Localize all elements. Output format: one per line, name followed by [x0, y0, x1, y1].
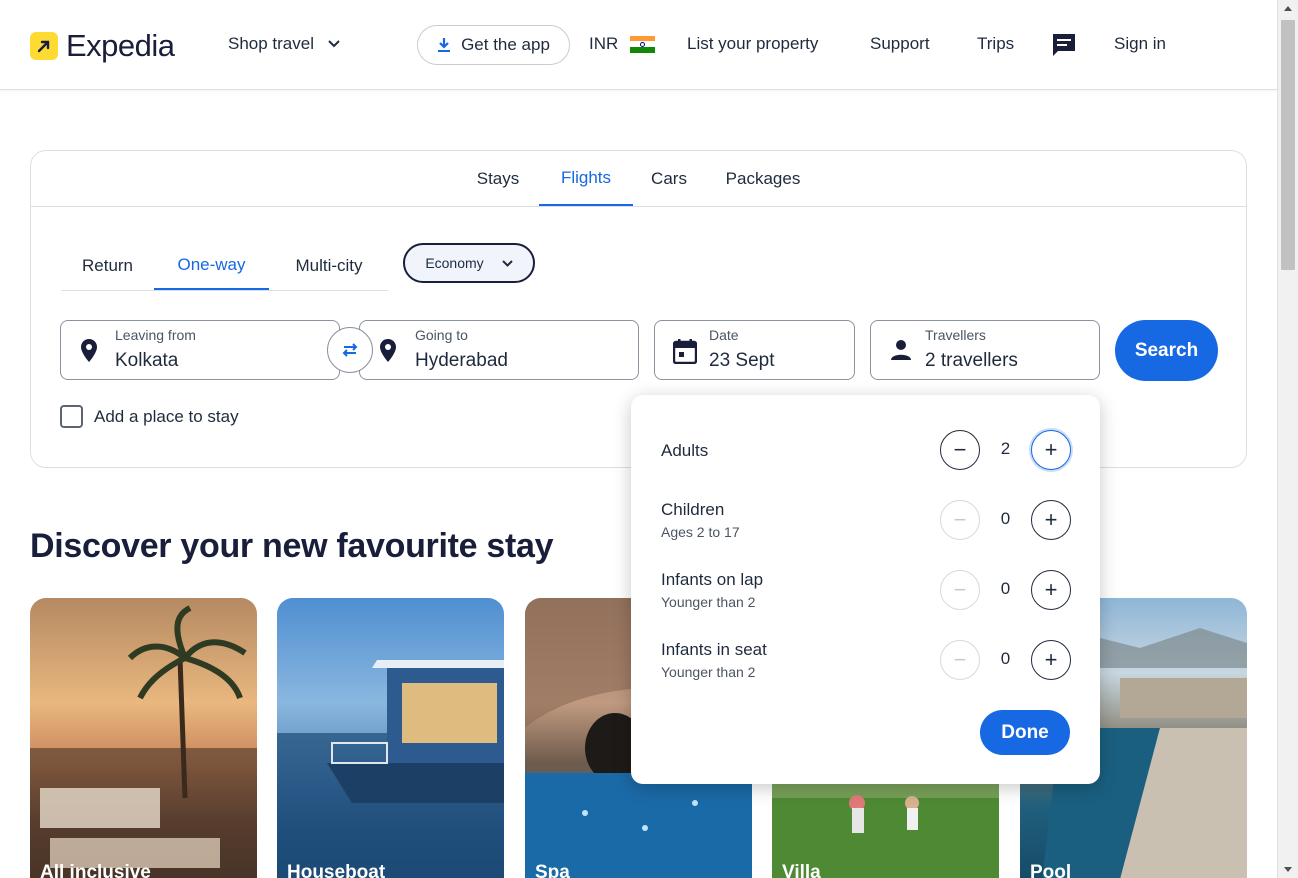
trips-link[interactable]: Trips	[977, 34, 1014, 54]
location-pin-icon	[81, 339, 97, 362]
search-button[interactable]: Search	[1115, 320, 1218, 381]
tab-return[interactable]: Return	[61, 241, 154, 290]
swap-arrows-icon	[342, 343, 358, 357]
get-the-app-button[interactable]: Get the app	[417, 25, 570, 65]
date-field[interactable]: Date 23 Sept	[654, 320, 855, 380]
trip-type-tabs: Return One-way Multi-city	[61, 241, 388, 291]
shop-travel-label: Shop travel	[228, 34, 314, 53]
stay-card-houseboat[interactable]: Houseboat	[277, 598, 504, 878]
travellers-popup: Adults − 2 + Children Ages 2 to 17 − 0 +…	[631, 395, 1100, 784]
sign-in-link[interactable]: Sign in	[1114, 34, 1166, 54]
decrease-infants-lap-button[interactable]: −	[940, 570, 980, 610]
top-header: Expedia Shop travel Get the app INR List…	[0, 0, 1277, 90]
expedia-logo[interactable]: Expedia	[30, 28, 175, 64]
add-place-checkbox[interactable]	[60, 405, 83, 428]
chevron-down-icon	[501, 259, 513, 267]
children-row: Children Ages 2 to 17 − 0 +	[661, 500, 1071, 540]
date-value: 23 Sept	[709, 350, 775, 371]
adults-stepper: − 2 +	[940, 430, 1071, 470]
tab-stays[interactable]: Stays	[461, 151, 535, 206]
travellers-value: 2 travellers	[925, 350, 1018, 371]
infants-lap-stepper: − 0 +	[940, 570, 1071, 610]
resort-palm-image	[30, 605, 257, 878]
person-icon	[891, 340, 911, 360]
decrease-infants-seat-button[interactable]: −	[940, 640, 980, 680]
stay-card-label: Pool	[1030, 862, 1072, 878]
india-flag-icon	[630, 35, 656, 53]
leaving-from-value: Kolkata	[115, 350, 179, 371]
infants-seat-count: 0	[1000, 649, 1011, 668]
children-stepper: − 0 +	[940, 500, 1071, 540]
increase-infants-seat-button[interactable]: +	[1031, 640, 1071, 680]
leaving-from-field[interactable]: Leaving from Kolkata	[60, 320, 340, 380]
scroll-thumb[interactable]	[1281, 20, 1295, 270]
tab-flights[interactable]: Flights	[539, 151, 633, 206]
support-link[interactable]: Support	[870, 34, 930, 54]
infants-seat-row: Infants in seat Younger than 2 − 0 +	[661, 640, 1071, 680]
date-label: Date	[709, 327, 739, 343]
add-place-to-stay-option[interactable]: Add a place to stay	[60, 405, 239, 428]
done-button[interactable]: Done	[980, 710, 1070, 755]
stay-card-all-inclusive[interactable]: All inclusive	[30, 598, 257, 878]
page-scrollbar[interactable]	[1277, 0, 1298, 878]
lob-tabs: Stays Flights Cars Packages	[31, 151, 1246, 207]
stay-card-label: Houseboat	[287, 862, 386, 878]
going-to-label: Going to	[415, 327, 468, 343]
travellers-label: Travellers	[925, 327, 986, 343]
tab-cars[interactable]: Cars	[637, 151, 701, 206]
discover-heading: Discover your new favourite stay	[30, 527, 554, 565]
increase-adults-button[interactable]: +	[1031, 430, 1071, 470]
list-your-property-link[interactable]: List your property	[687, 34, 818, 54]
going-to-value: Hyderabad	[415, 350, 508, 371]
logo-arrow-icon	[30, 32, 58, 60]
adults-count: 2	[1000, 439, 1011, 458]
stay-card-label: Spa	[535, 862, 570, 878]
cabin-class-value: Economy	[425, 255, 484, 271]
chevron-down-icon	[328, 40, 340, 48]
scroll-up-arrow-icon[interactable]	[1284, 6, 1292, 11]
location-pin-icon	[380, 339, 396, 362]
currency-label: INR	[589, 34, 619, 53]
shop-travel-menu[interactable]: Shop travel	[228, 34, 340, 54]
download-icon	[438, 38, 451, 52]
decrease-adults-button[interactable]: −	[940, 430, 980, 470]
infants-lap-row: Infants on lap Younger than 2 − 0 +	[661, 570, 1071, 610]
tab-packages[interactable]: Packages	[711, 151, 815, 206]
infants-seat-stepper: − 0 +	[940, 640, 1071, 680]
stay-card-label: All inclusive	[40, 862, 151, 878]
logo-text: Expedia	[66, 28, 175, 63]
cabin-class-dropdown[interactable]: Economy	[403, 243, 535, 283]
swap-locations-button[interactable]	[327, 327, 373, 373]
tab-one-way[interactable]: One-way	[154, 241, 269, 290]
infants-lap-count: 0	[1000, 579, 1011, 598]
increase-children-button[interactable]: +	[1031, 500, 1071, 540]
message-icon[interactable]	[1051, 32, 1077, 63]
scroll-down-arrow-icon[interactable]	[1284, 867, 1292, 872]
stay-card-label: Villa	[782, 862, 821, 878]
get-the-app-label: Get the app	[461, 35, 550, 54]
going-to-field[interactable]: Going to Hyderabad	[359, 320, 639, 380]
leaving-from-label: Leaving from	[115, 327, 196, 343]
children-count: 0	[1000, 509, 1011, 528]
calendar-icon	[673, 339, 697, 364]
adults-row: Adults − 2 +	[661, 430, 1071, 470]
increase-infants-lap-button[interactable]: +	[1031, 570, 1071, 610]
travellers-field[interactable]: Travellers 2 travellers	[870, 320, 1100, 380]
currency-selector[interactable]: INR	[589, 34, 656, 54]
add-place-label: Add a place to stay	[94, 406, 239, 426]
houseboat-image	[277, 660, 504, 878]
tab-multi-city[interactable]: Multi-city	[273, 241, 385, 290]
decrease-children-button[interactable]: −	[940, 500, 980, 540]
